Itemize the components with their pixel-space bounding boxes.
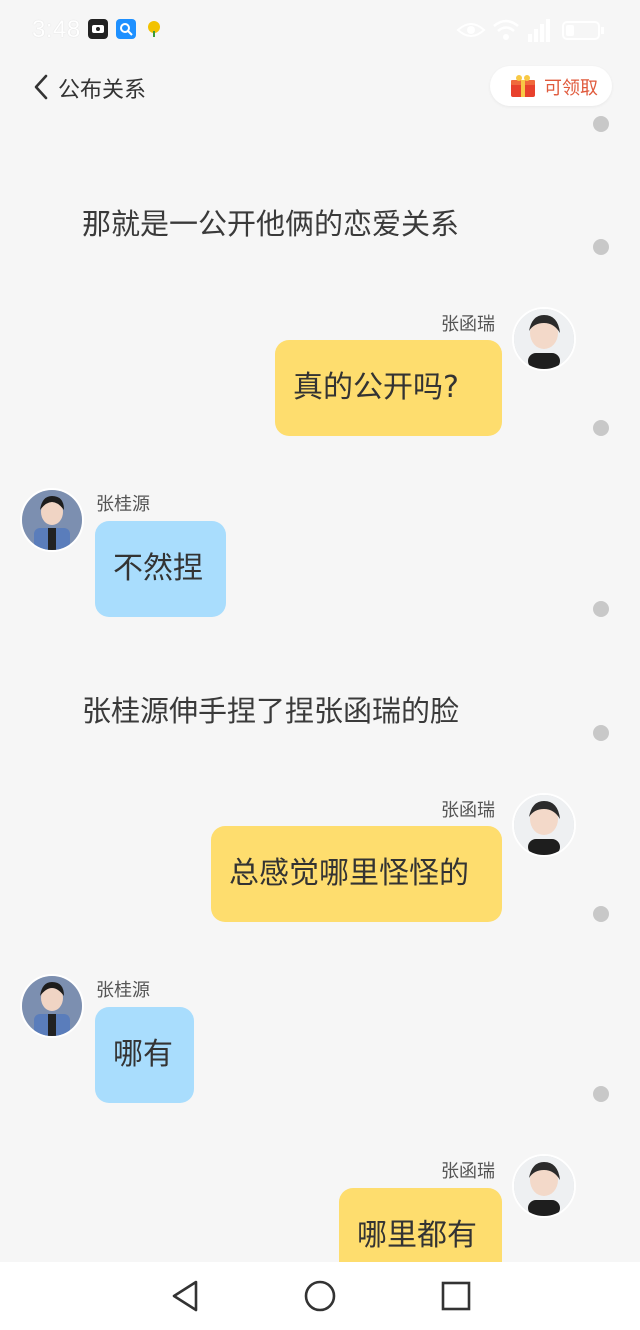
tree-app-icon — [144, 19, 164, 39]
timeline-dot — [593, 725, 609, 741]
timeline-dot — [593, 239, 609, 255]
timeline-dot — [593, 1086, 609, 1102]
home-circle-icon[interactable] — [300, 1276, 340, 1316]
sender-name: 张桂源 — [96, 494, 150, 515]
system-nav-bar — [0, 1262, 640, 1330]
chevron-left-icon[interactable] — [30, 72, 54, 102]
chat-bubble[interactable]: 真的公开吗? — [275, 340, 502, 436]
avatar[interactable] — [512, 793, 576, 857]
battery-icon — [562, 16, 606, 44]
recents-square-icon[interactable] — [436, 1276, 476, 1316]
chat-bubble[interactable]: 哪有 — [95, 1007, 194, 1103]
claim-reward-button[interactable]: 可领取 — [490, 66, 612, 106]
back-triangle-icon[interactable] — [166, 1276, 206, 1316]
status-time: 3:48 — [32, 16, 81, 43]
avatar[interactable] — [512, 307, 576, 371]
chat-bubble[interactable]: 总感觉哪里怪怪的 — [211, 826, 502, 922]
message-app-icon — [88, 19, 108, 39]
sender-name: 张函瑞 — [441, 1161, 495, 1182]
timeline-dot — [593, 116, 609, 132]
narration-text: 张桂源伸手捏了捏张函瑞的脸 — [82, 694, 460, 728]
eye-icon — [456, 16, 486, 44]
avatar[interactable] — [512, 1154, 576, 1218]
nav-header: 公布关系 可领取 — [0, 60, 640, 116]
avatar[interactable] — [20, 488, 84, 552]
page-title: 公布关系 — [58, 78, 147, 103]
sender-name: 张函瑞 — [441, 800, 495, 821]
timeline-dot — [593, 420, 609, 436]
avatar[interactable] — [20, 974, 84, 1038]
sender-name: 张函瑞 — [441, 314, 495, 335]
sender-name: 张桂源 — [96, 980, 150, 1001]
narration-text: 那就是一公开他俩的恋爱关系 — [82, 207, 460, 241]
signal-icon — [524, 16, 554, 44]
status-bar: 3:48 — [0, 0, 640, 60]
wifi-icon — [492, 16, 520, 44]
chat-bubble[interactable]: 不然捏 — [95, 521, 226, 617]
timeline-dot — [593, 906, 609, 922]
search-app-icon — [116, 19, 136, 39]
timeline-dot — [593, 601, 609, 617]
gift-icon — [510, 74, 536, 98]
claim-label: 可领取 — [544, 78, 598, 99]
